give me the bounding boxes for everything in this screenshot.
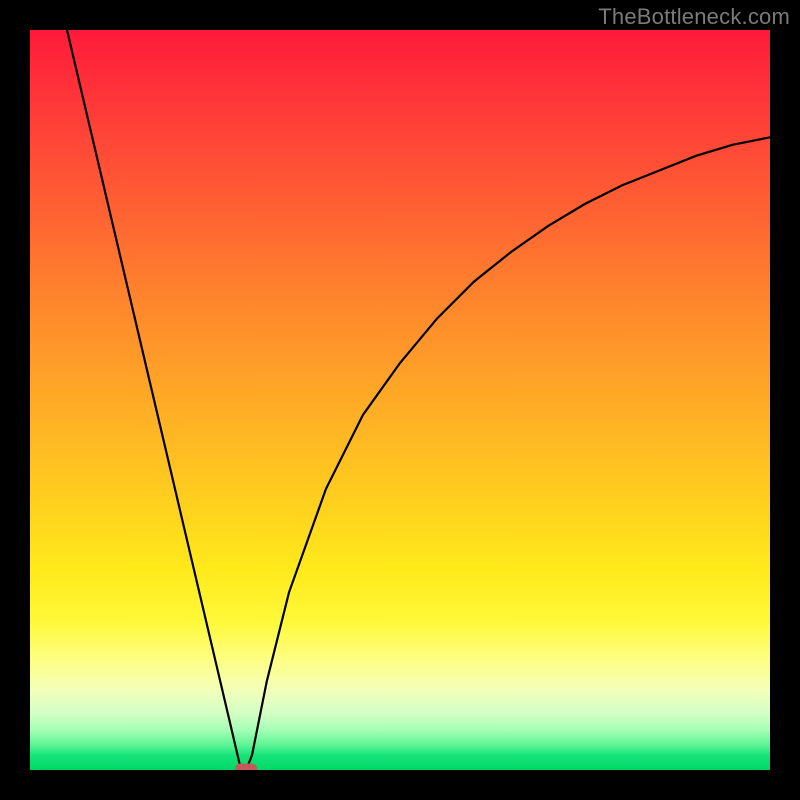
optimal-marker [235, 763, 257, 770]
bottleneck-curve [67, 30, 770, 770]
plot-area [30, 30, 770, 770]
chart-frame: TheBottleneck.com [0, 0, 800, 800]
watermark-text: TheBottleneck.com [598, 4, 790, 30]
curve-layer [30, 30, 770, 770]
